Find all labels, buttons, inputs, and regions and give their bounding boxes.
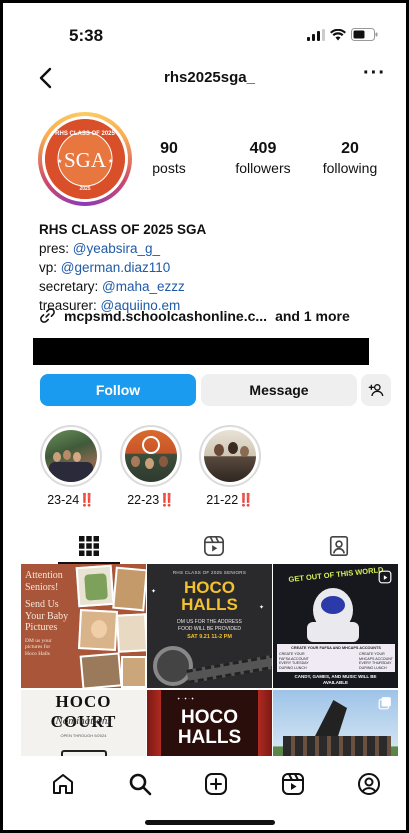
bio-line-secretary: secretary: @maha_ezzz bbox=[39, 279, 185, 294]
tagged-icon bbox=[329, 536, 348, 556]
logo-top-text: RHS CLASS OF 2025 bbox=[55, 131, 115, 137]
bio-line-pres: pres: @yeabsira_g_ bbox=[39, 241, 161, 256]
status-icons bbox=[307, 28, 378, 41]
plus-square-icon bbox=[205, 773, 227, 795]
bottom-navigation bbox=[21, 756, 398, 816]
wifi-icon bbox=[330, 28, 346, 40]
profile-header: rhs2025sga_ ··· bbox=[21, 62, 398, 96]
svg-text:★: ★ bbox=[57, 158, 62, 165]
post-tile[interactable]: HOCO HALLS ✦ · ✦ · ✦ bbox=[147, 690, 272, 756]
reels-icon bbox=[203, 536, 224, 556]
battery-icon bbox=[351, 28, 378, 41]
nav-home[interactable] bbox=[48, 769, 78, 799]
stat-posts[interactable]: 90 posts bbox=[136, 140, 202, 176]
mention-secretary[interactable]: @maha_ezzz bbox=[102, 279, 185, 294]
mention-vp[interactable]: @german.diaz110 bbox=[61, 260, 171, 275]
tab-reels[interactable] bbox=[151, 528, 276, 564]
link-icon bbox=[40, 308, 55, 323]
grid-icon bbox=[78, 536, 99, 556]
carousel-badge-icon bbox=[378, 697, 391, 710]
sga-logo: RHS CLASS OF 2025 SGA 2025 ★ ★ bbox=[45, 119, 125, 199]
stat-followers[interactable]: 409 followers bbox=[223, 140, 303, 176]
suggested-users-button[interactable] bbox=[361, 374, 391, 406]
highlight-23-24[interactable]: 23-24‼️ bbox=[40, 425, 102, 508]
nav-create[interactable] bbox=[201, 769, 231, 799]
post-tile[interactable]: RHS CLASS OF 2025 SENIORS HOCO HALLS DM U… bbox=[147, 564, 272, 688]
logo-year: 2025 bbox=[79, 186, 90, 192]
profile-bio: RHS CLASS OF 2025 SGA pres: @yeabsira_g_… bbox=[39, 220, 379, 315]
post-tile[interactable]: HOCO COURT Nominations OPEN THROUGH 9/20… bbox=[21, 690, 146, 756]
profile-icon bbox=[358, 773, 380, 795]
profile-avatar[interactable]: RHS CLASS OF 2025 SGA 2025 ★ ★ bbox=[38, 112, 132, 206]
post-tile[interactable]: GET OUT OF THIS WORLD CREATE YOUR FAFSA … bbox=[273, 564, 398, 688]
tab-posts-grid[interactable] bbox=[26, 528, 151, 564]
highlight-cover bbox=[204, 430, 256, 482]
message-button[interactable]: Message bbox=[201, 374, 357, 406]
post-tile[interactable] bbox=[273, 690, 398, 756]
profile-username: rhs2025sga_ bbox=[164, 69, 255, 86]
home-indicator[interactable] bbox=[145, 820, 275, 825]
follow-button[interactable]: Follow bbox=[40, 374, 196, 406]
add-person-icon bbox=[368, 384, 384, 397]
tab-tagged[interactable] bbox=[276, 528, 398, 564]
nav-search[interactable] bbox=[125, 769, 155, 799]
phone-screen: 5:38 rhs2025sga_ ··· RHS CLASS OF 2025 S… bbox=[21, 11, 398, 830]
stat-following[interactable]: 20 following bbox=[315, 140, 385, 176]
nav-profile[interactable] bbox=[354, 769, 384, 799]
bio-link-more: and 1 more bbox=[275, 307, 350, 324]
bio-line-vp: vp: @german.diaz110 bbox=[39, 260, 171, 275]
mention-pres[interactable]: @yeabsira_g_ bbox=[73, 241, 160, 256]
home-icon bbox=[53, 774, 73, 794]
screenshot-frame: 5:38 rhs2025sga_ ··· RHS CLASS OF 2025 S… bbox=[0, 0, 409, 833]
search-icon bbox=[129, 773, 152, 796]
highlight-cover bbox=[125, 430, 177, 482]
signal-icon bbox=[307, 28, 325, 41]
profile-display-name: RHS CLASS OF 2025 SGA bbox=[39, 222, 207, 237]
nav-reels[interactable] bbox=[278, 769, 308, 799]
highlight-cover bbox=[45, 430, 97, 482]
reels-icon bbox=[282, 773, 304, 795]
bio-link[interactable]: mcpsmd.schoolcashonline.c... and 1 more bbox=[39, 307, 350, 324]
svg-text:★: ★ bbox=[108, 158, 113, 165]
status-bar: 5:38 bbox=[21, 11, 398, 61]
reels-badge-icon bbox=[378, 570, 392, 584]
highlight-21-22[interactable]: 21-22‼️ bbox=[199, 425, 261, 508]
post-tile[interactable]: Attention Seniors! Send Us Your Baby Pictur… bbox=[21, 564, 146, 688]
profile-tabs bbox=[21, 528, 398, 564]
highlight-22-23[interactable]: 22-23‼️ bbox=[120, 425, 182, 508]
redaction-bar bbox=[33, 338, 369, 365]
bio-link-text: mcpsmd.schoolcashonline.c... bbox=[64, 307, 268, 324]
logo-center-text: SGA bbox=[64, 148, 107, 172]
status-time: 5:38 bbox=[69, 26, 104, 45]
more-options-button[interactable]: ··· bbox=[363, 62, 386, 85]
posts-grid: Attention Seniors! Send Us Your Baby Pictur… bbox=[21, 564, 398, 756]
